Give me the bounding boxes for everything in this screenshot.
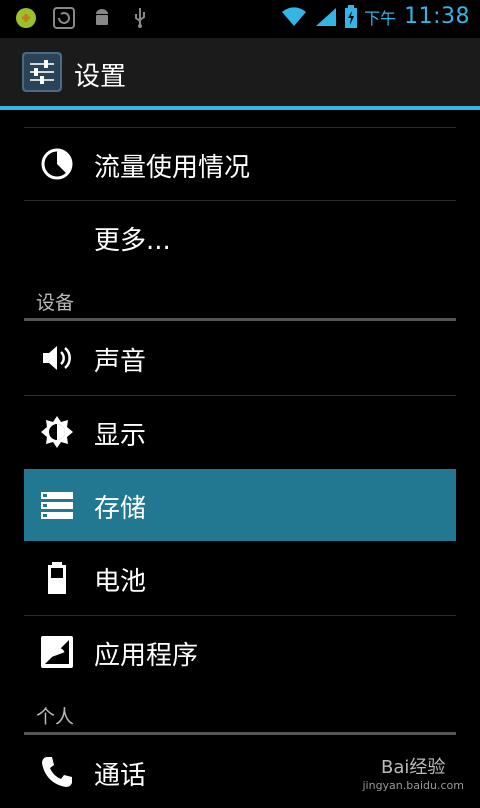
list-item-label: 存储 bbox=[94, 494, 147, 524]
storage-icon bbox=[41, 492, 73, 519]
list-item-label: 应用程序 bbox=[94, 641, 199, 671]
list-item-label: 声音 bbox=[94, 347, 147, 377]
section-rule bbox=[24, 318, 456, 321]
status-ampm: 下午 bbox=[364, 8, 397, 28]
status-bar: 下午 11:38 bbox=[0, 0, 480, 38]
list-item-data-usage[interactable]: 流量使用情况 bbox=[24, 128, 456, 200]
watermark-brand: Bai经验 bbox=[381, 757, 446, 778]
list-item-label: 更多... bbox=[94, 226, 171, 256]
list-item-apps[interactable]: 应用程序 bbox=[24, 616, 456, 688]
section-header-device: 设备 bbox=[36, 292, 75, 314]
usb-icon bbox=[135, 8, 145, 28]
settings-list: 流量使用情况 更多... 设备 声音 显示 存储 电池 应用程序 个人 通话 bbox=[0, 110, 480, 800]
signal-icon bbox=[316, 7, 337, 26]
section-header-personal: 个人 bbox=[36, 706, 75, 728]
page-title: 设置 bbox=[74, 62, 127, 92]
sync-icon bbox=[53, 7, 75, 29]
list-item-more[interactable]: 更多... bbox=[24, 201, 456, 273]
phone-icon bbox=[42, 757, 72, 787]
list-item-label: 显示 bbox=[94, 421, 147, 451]
battery-charging-icon bbox=[345, 4, 358, 28]
list-item-display[interactable]: 显示 bbox=[24, 396, 456, 468]
status-time: 11:38 bbox=[404, 4, 470, 29]
action-bar: 设置 bbox=[0, 38, 480, 106]
display-icon bbox=[41, 416, 73, 448]
watermark-url: jingyan.baidu.com bbox=[362, 779, 464, 792]
settings-app-icon[interactable] bbox=[20, 50, 64, 94]
notification-app-icon bbox=[16, 8, 36, 28]
list-item-label: 通话 bbox=[94, 761, 147, 791]
battery-icon bbox=[48, 562, 66, 594]
list-item-label: 电池 bbox=[94, 567, 147, 597]
list-item-storage[interactable]: 存储 bbox=[24, 469, 456, 541]
data-usage-icon bbox=[41, 148, 73, 180]
sound-icon bbox=[43, 346, 71, 370]
apps-icon bbox=[41, 636, 73, 668]
baidu-watermark: Bai经验 jingyan.baidu.com bbox=[362, 753, 464, 792]
section-rule bbox=[24, 732, 456, 735]
android-debug-icon bbox=[96, 9, 108, 25]
list-item-sound[interactable]: 声音 bbox=[24, 322, 456, 394]
list-item-battery[interactable]: 电池 bbox=[24, 542, 456, 614]
list-item-label: 流量使用情况 bbox=[94, 153, 251, 183]
wifi-icon bbox=[282, 6, 307, 26]
